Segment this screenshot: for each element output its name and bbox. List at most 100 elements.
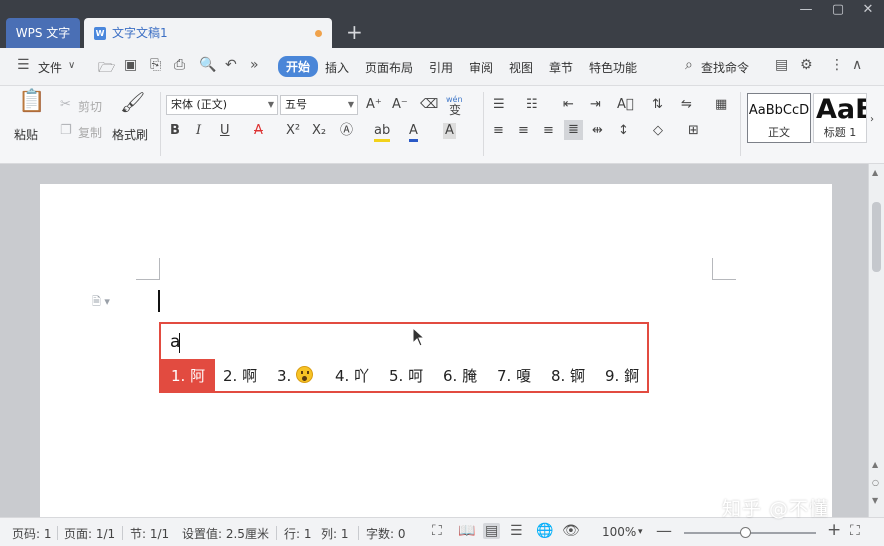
ime-candidate-9[interactable]: 9. 錒	[605, 359, 639, 393]
print-preview-icon[interactable]: 🔍	[199, 57, 216, 73]
show-hide-marks-icon[interactable]: ⇋	[681, 97, 692, 113]
select-browse-icon[interactable]: ○	[872, 478, 879, 487]
increase-indent-icon[interactable]: ⇥	[590, 97, 601, 113]
ime-candidate-5[interactable]: 5. 呵	[389, 359, 423, 393]
print-icon[interactable]: ⎙	[174, 57, 185, 73]
file-menu[interactable]: 文件	[38, 59, 62, 76]
previous-page-icon[interactable]: ▲	[872, 460, 878, 469]
bullet-list-icon[interactable]: ☰	[493, 97, 505, 113]
style-heading-1[interactable]: AaB 标题 1	[813, 93, 867, 143]
ime-candidate-2[interactable]: 2. 啊	[223, 359, 257, 393]
hamburger-menu-icon[interactable]: ☰	[17, 57, 30, 73]
italic-icon[interactable]: I	[196, 123, 201, 139]
underline-icon[interactable]: U	[220, 123, 230, 139]
cut-button[interactable]: 剪切	[78, 98, 102, 115]
zoom-level[interactable]: 100%	[602, 525, 636, 539]
undo-icon[interactable]: ↶	[225, 57, 237, 73]
ime-candidate-1[interactable]: 1. 阿	[161, 359, 216, 393]
ime-candidate-7[interactable]: 7. 嗄	[497, 359, 531, 393]
tab-review[interactable]: 审阅	[469, 59, 493, 76]
new-tab-button[interactable]: +	[346, 22, 363, 42]
align-right-icon[interactable]: ≡	[543, 123, 554, 139]
page-code-indicator[interactable]: 页码: 1	[12, 525, 52, 542]
align-center-icon[interactable]: ≡	[518, 123, 529, 139]
chinese-layout-icon[interactable]: A⃝	[617, 97, 634, 113]
section-indicator[interactable]: 节: 1/1	[130, 525, 169, 542]
zoom-slider[interactable]	[684, 527, 816, 538]
tab-home[interactable]: 开始	[278, 56, 319, 77]
gear-icon[interactable]: ⚙	[800, 57, 813, 73]
search-icon[interactable]: ⌕	[685, 57, 693, 73]
copy-button[interactable]: 复制	[78, 124, 102, 141]
next-page-icon[interactable]: ▼	[872, 496, 878, 505]
paragraph-handle-icon[interactable]: 🗎 ▾	[92, 293, 110, 312]
app-tab-wps-writer[interactable]: WPS 文字	[6, 18, 80, 48]
chevron-down-icon[interactable]: ∨	[68, 60, 75, 71]
ime-candidate-8[interactable]: 8. 锕	[551, 359, 585, 393]
line-spacing-icon[interactable]: ↕	[618, 123, 629, 139]
paragraph-pane-icon[interactable]: ▦	[715, 97, 727, 113]
tab-references[interactable]: 引用	[429, 59, 453, 76]
font-name-select[interactable]: 宋体 (正文) ▼	[166, 95, 278, 115]
setting-value-indicator[interactable]: 设置值: 2.5厘米	[182, 525, 269, 542]
numbered-list-icon[interactable]: ☷	[526, 97, 538, 113]
ime-candidate-3[interactable]: 3.	[277, 359, 314, 393]
subscript-icon[interactable]: X₂	[312, 123, 326, 139]
tab-insert[interactable]: 插入	[325, 59, 349, 76]
minimize-button[interactable]: —	[796, 2, 816, 17]
page-view-icon[interactable]: ▤	[483, 523, 501, 539]
zoom-out-icon[interactable]: —	[656, 521, 672, 540]
scrollbar-thumb[interactable]	[872, 202, 881, 272]
clear-format-icon[interactable]: ⌫	[420, 97, 438, 113]
chevron-down-icon[interactable]: ▾	[638, 527, 643, 537]
close-button[interactable]: ✕	[858, 2, 878, 17]
strikethrough-icon[interactable]: A	[254, 123, 263, 139]
align-left-icon[interactable]: ≡	[493, 123, 504, 139]
save-icon[interactable]: ▣	[124, 57, 137, 73]
word-count-indicator[interactable]: 字数: 0	[366, 525, 406, 542]
styles-scroll-icon[interactable]: ›	[870, 112, 874, 128]
distributed-align-icon[interactable]: ⇹	[592, 123, 603, 139]
row-indicator[interactable]: 行: 1	[284, 525, 312, 542]
web-view-icon[interactable]: 🌐	[536, 523, 553, 539]
justify-icon[interactable]: ≣	[564, 120, 583, 140]
column-indicator[interactable]: 列: 1	[321, 525, 349, 542]
decrease-font-icon[interactable]: A⁻	[392, 97, 408, 113]
open-folder-icon[interactable]: 🗁	[98, 57, 115, 81]
tab-chapter[interactable]: 章节	[549, 59, 573, 76]
cut-icon[interactable]: ✂	[60, 97, 71, 113]
character-shading-icon[interactable]: A	[443, 123, 456, 139]
sort-icon[interactable]: ⇅	[652, 97, 663, 113]
ai-assistant-icon[interactable]: ▤	[775, 57, 788, 73]
find-command[interactable]: 查找命令	[701, 59, 749, 76]
tab-view[interactable]: 视图	[509, 59, 533, 76]
superscript-icon[interactable]: X²	[286, 123, 300, 139]
document-tab[interactable]: W 文字文稿1	[84, 18, 332, 48]
fit-window-icon[interactable]: ⛶	[850, 523, 860, 539]
export-pdf-icon[interactable]: ⎘	[150, 57, 161, 73]
shading-icon[interactable]: ◇	[653, 123, 663, 139]
maximize-button[interactable]: ▢	[828, 2, 848, 17]
paste-icon[interactable]: 📋	[18, 91, 45, 113]
tab-page-layout[interactable]: 页面布局	[365, 59, 413, 76]
tab-special-features[interactable]: 特色功能	[589, 59, 637, 76]
text-effect-icon[interactable]: Ⓐ	[340, 123, 353, 139]
phonetic-guide-icon[interactable]: 变	[449, 102, 461, 118]
highlight-icon[interactable]: ab	[374, 123, 391, 142]
font-size-select[interactable]: 五号 ▼	[280, 95, 358, 115]
page-count-indicator[interactable]: 页面: 1/1	[64, 525, 115, 542]
fullscreen-icon[interactable]: ⛶	[432, 523, 442, 539]
eye-protection-icon[interactable]: 👁	[562, 523, 580, 539]
more-quick-access-icon[interactable]: »	[250, 57, 259, 73]
zoom-slider-knob[interactable]	[740, 527, 751, 538]
vertical-scrollbar[interactable]: ▲ ▲ ○ ▼	[868, 164, 884, 517]
paste-button[interactable]: 粘贴	[14, 126, 38, 143]
borders-icon[interactable]: ⊞	[688, 123, 699, 139]
reading-mode-icon[interactable]: 📖	[458, 523, 475, 539]
scroll-up-icon[interactable]: ▲	[872, 168, 878, 177]
bold-icon[interactable]: B	[170, 123, 180, 139]
ime-candidate-6[interactable]: 6. 腌	[443, 359, 477, 393]
collapse-ribbon-icon[interactable]: ∧	[852, 57, 862, 73]
more-options-icon[interactable]: ⋮	[830, 57, 844, 73]
format-painter-button[interactable]: 格式刷	[112, 126, 148, 143]
